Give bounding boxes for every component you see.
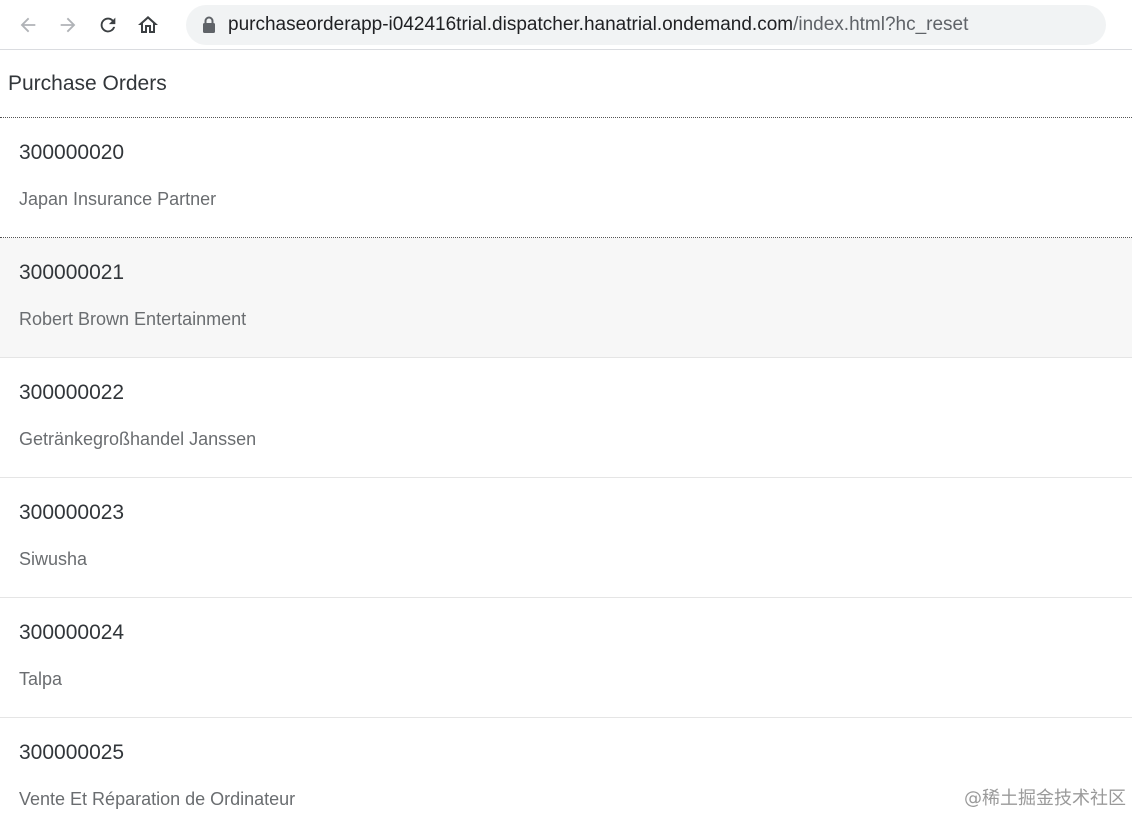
order-partner: Robert Brown Entertainment (19, 309, 247, 329)
watermark: @稀土掘金技术社区 (964, 788, 1126, 809)
order-partner: Getränkegroßhandel Janssen (19, 429, 257, 449)
home-icon (136, 13, 160, 37)
reload-button[interactable] (90, 7, 126, 43)
order-id: 300000020 (19, 141, 125, 164)
forward-button[interactable] (50, 7, 86, 43)
order-id: 300000021 (19, 261, 125, 284)
order-id: 300000022 (19, 381, 125, 404)
list-item[interactable]: 300000020 Japan Insurance Partner (0, 118, 1132, 238)
order-partner: Japan Insurance Partner (19, 189, 217, 209)
address-bar[interactable]: purchaseorderapp-i042416trial.dispatcher… (186, 4, 1106, 45)
list-item[interactable]: 300000024 Talpa (0, 598, 1132, 718)
order-partner: Talpa (19, 669, 63, 689)
browser-toolbar: purchaseorderapp-i042416trial.dispatcher… (0, 0, 1132, 50)
order-partner: Siwusha (19, 549, 88, 569)
lock-icon (202, 16, 216, 34)
forward-arrow-icon (57, 14, 79, 36)
url-path: /index.html?hc_reset (793, 13, 969, 35)
back-button[interactable] (10, 7, 46, 43)
order-id: 300000023 (19, 501, 125, 524)
url-host: purchaseorderapp-i042416trial.dispatcher… (228, 13, 794, 35)
list-item[interactable]: 300000025 Vente Et Réparation de Ordinat… (0, 718, 1132, 818)
order-id: 300000024 (19, 621, 125, 644)
back-arrow-icon (17, 14, 39, 36)
list-item[interactable]: 300000023 Siwusha (0, 478, 1132, 598)
purchase-order-list: 300000020 Japan Insurance Partner 300000… (0, 118, 1132, 818)
order-id: 300000025 (19, 741, 125, 764)
page-title: Purchase Orders (0, 50, 1132, 118)
list-item[interactable]: 300000021 Robert Brown Entertainment (0, 238, 1132, 358)
reload-icon (97, 14, 119, 36)
list-item[interactable]: 300000022 Getränkegroßhandel Janssen (0, 358, 1132, 478)
home-button[interactable] (130, 7, 166, 43)
